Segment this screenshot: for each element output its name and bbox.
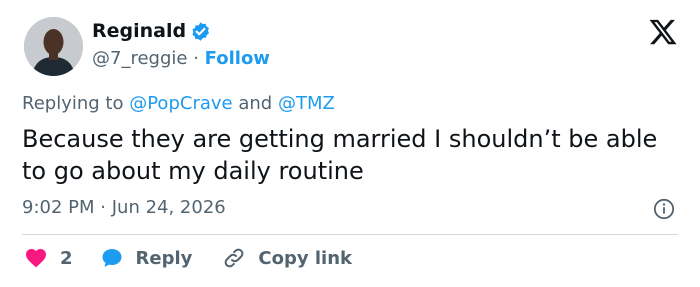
handle-separator: ·	[193, 48, 199, 69]
x-logo-icon[interactable]	[648, 17, 678, 47]
copy-link-label: Copy link	[258, 247, 352, 269]
like-button[interactable]: 2	[24, 246, 73, 270]
avatar-image	[24, 17, 83, 76]
avatar[interactable]	[24, 17, 83, 76]
mention-tmz[interactable]: @TMZ	[278, 93, 335, 114]
like-count: 2	[60, 247, 73, 269]
follow-button[interactable]: Follow	[205, 48, 270, 69]
divider	[22, 234, 678, 235]
tweet-text: Because they are getting married I shoul…	[22, 125, 658, 185]
verified-badge-icon	[192, 21, 210, 41]
meta-separator: ·	[100, 197, 106, 218]
link-icon	[225, 248, 244, 268]
mention-popcrave[interactable]: @PopCrave	[129, 93, 232, 114]
tweet-meta[interactable]: 9:02 PM · Jun 24, 2026	[22, 197, 226, 218]
user-name-row: Reginald	[92, 20, 211, 42]
copy-link-button[interactable]: Copy link	[222, 246, 352, 270]
reply-label: Reply	[135, 247, 193, 269]
reply-bubble-icon	[102, 249, 122, 267]
replying-prefix: Replying to	[22, 93, 124, 114]
tweet-time[interactable]: 9:02 PM	[22, 197, 95, 218]
handle-row: @7_reggie · Follow	[92, 48, 270, 69]
user-name[interactable]: Reginald	[92, 20, 186, 42]
heart-icon	[26, 249, 46, 268]
user-handle[interactable]: @7_reggie	[92, 48, 187, 69]
action-bar: 2 Reply Copy link	[24, 246, 352, 270]
tweet-date[interactable]: Jun 24, 2026	[112, 197, 226, 218]
info-icon[interactable]	[653, 198, 675, 220]
replying-to-line: Replying to @PopCrave and @TMZ	[22, 93, 335, 114]
replying-conjunction: and	[238, 93, 273, 114]
reply-button[interactable]: Reply	[100, 246, 193, 270]
